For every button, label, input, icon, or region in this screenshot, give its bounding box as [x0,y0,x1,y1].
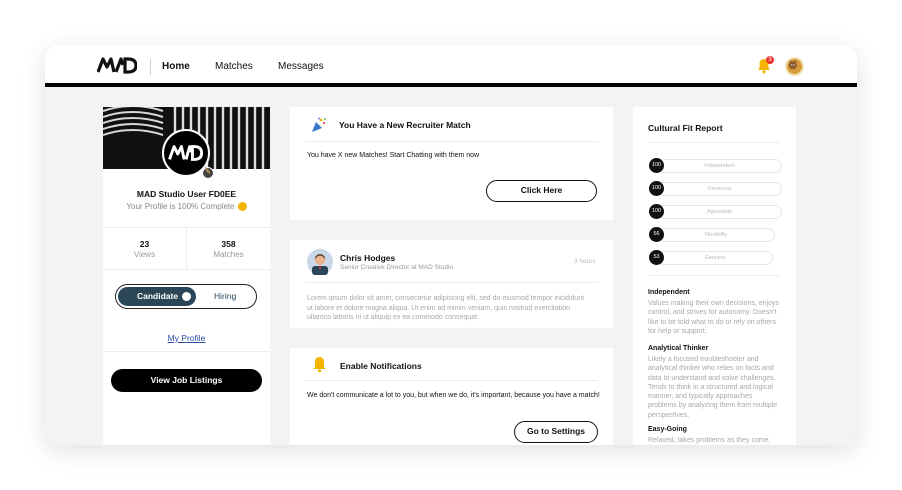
views-label: Views [133,250,156,259]
party-popper-icon [312,117,326,132]
recruiter-match-card: You Have a New Recruiter Match You have … [290,107,613,220]
trait-label: Generous [657,182,782,196]
recruiter-title: You Have a New Recruiter Match [339,120,471,130]
matches-label: Matches [213,250,244,259]
app-window: Home Matches Messages 3 ✎ MAD Studio Use… [45,45,857,445]
trait-label: Independent [657,159,782,173]
top-nav: Home Matches Messages 3 [45,45,857,87]
cultural-fit-card: Cultural Fit Report Independent 100 Gene… [633,107,796,445]
trait-score: 56 [649,227,664,242]
click-here-button[interactable]: Click Here [486,180,597,202]
trait-score: 100 [649,181,664,196]
section-text: Relaxed, takes problems as they come, ve… [648,437,771,444]
card-divider [305,380,598,381]
cat-avatar-icon [788,59,797,70]
trait-score: 53 [649,250,664,265]
matches-count: 358 [221,239,236,249]
divider [103,351,270,352]
message-body: Lorem ipsum dolor sit amet, consectetur … [307,295,585,321]
views-count: 23 [139,239,150,249]
trait-label: Genuine [657,251,773,265]
toggle-hiring[interactable]: Hiring [214,291,236,301]
notification-badge: 3 [766,56,774,64]
profile-card: ✎ MAD Studio User FD0EE Your Profile is … [103,107,270,445]
section-title: Easy-Going [648,426,687,433]
trait-label: Agreeable [657,205,782,219]
card-divider [648,275,780,276]
message-card[interactable]: Chris Hodges Senior Creative Director at… [290,240,613,328]
nav-divider [150,59,151,75]
card-divider [305,141,598,142]
sender-name: Chris Hodges [340,253,396,263]
divider [103,269,270,270]
go-to-settings-button[interactable]: Go to Settings [514,421,598,443]
section-text: Values making their own decisions, enjoy… [648,300,779,335]
card-divider [648,142,780,143]
recruiter-text: You have X new Matches! Start Chatting w… [307,152,480,159]
trait-score: 100 [649,158,664,173]
profile-completeness: Your Profile is 100% Complete [103,202,270,212]
profile-name: MAD Studio User FD0EE [136,189,237,199]
edit-pencil-icon[interactable]: ✎ [202,167,214,179]
role-toggle[interactable]: Candidate Hiring [115,284,257,309]
trait-score: 100 [649,204,664,219]
bell-icon [313,357,326,373]
card-divider [305,282,598,283]
user-avatar[interactable] [785,57,804,76]
section-title: Independent [648,289,690,296]
section-text: Likely a focused troubleshooter and anal… [648,356,778,419]
nav-home[interactable]: Home [162,61,190,72]
profile-completeness-text: Your Profile is 100% Complete [126,202,235,211]
section-title: Analytical Thinker [648,345,709,352]
nav-matches[interactable]: Matches [215,61,253,72]
view-job-listings-button[interactable]: View Job Listings [111,369,262,392]
toggle-knob [182,292,191,301]
chris-avatar[interactable] [307,249,333,275]
notifications-text: We don't communicate a lot to you, but w… [307,392,600,399]
notifications-card: Enable Notifications We don't communicat… [290,348,613,445]
cultural-fit-title: Cultural Fit Report [648,123,723,133]
toggle-candidate[interactable]: Candidate [118,287,196,306]
toggle-candidate-label: Candidate [137,291,179,301]
mad-logo[interactable] [97,56,137,74]
mad-logo-white [168,145,204,161]
message-time: 3 hours [574,258,596,265]
my-profile-link[interactable]: My Profile [103,333,270,343]
medal-icon [237,202,247,212]
sender-role: Senior Creative Director at MAD Studio [340,264,454,271]
nav-messages[interactable]: Messages [278,61,324,72]
notifications-title: Enable Notifications [340,361,422,371]
trait-label: Flexibility [657,228,775,242]
